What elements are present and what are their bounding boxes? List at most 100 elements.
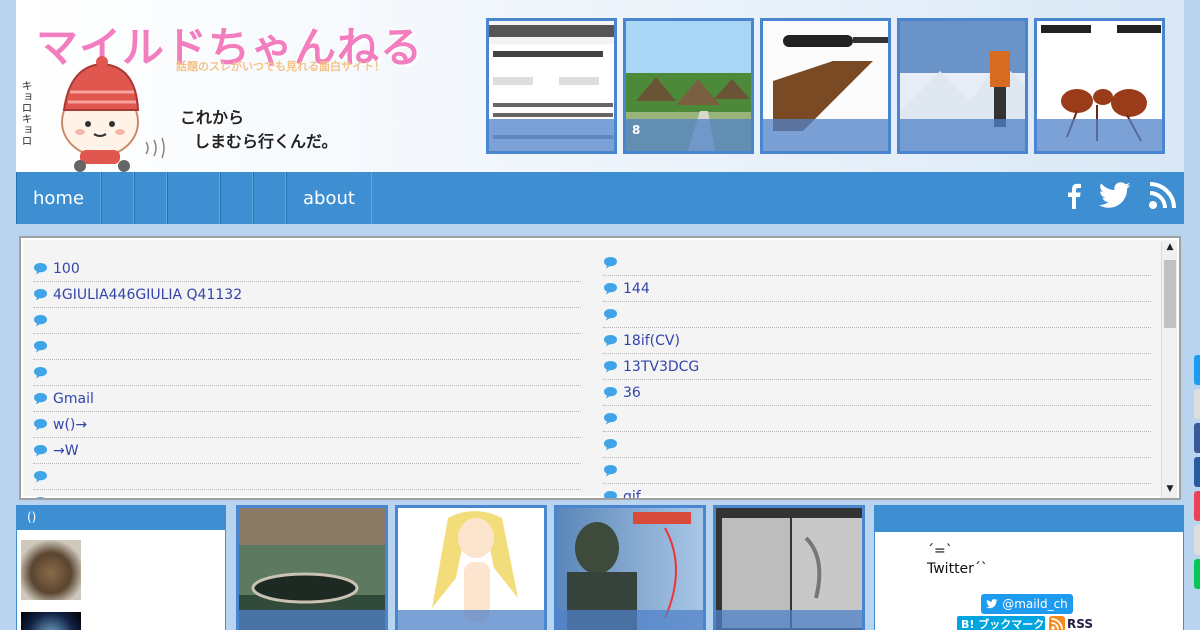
nav-item-blank-3[interactable] [167, 172, 221, 224]
speech-bubble-icon [36, 497, 45, 498]
twitter-icon[interactable] [1098, 182, 1132, 210]
speech-bubble-icon [34, 341, 47, 353]
antenna-feed-panel: 100 4GIULIA446GIULIA Q41132 Gmail w()→ →W 14… [19, 236, 1181, 500]
speech-bubble-icon [604, 387, 617, 399]
nav-item-blank-5[interactable] [253, 172, 287, 224]
share-twitter-icon[interactable] [1194, 355, 1200, 385]
thumb-news[interactable] [486, 18, 617, 154]
nav-social-links [1066, 182, 1176, 210]
article-thumb-book[interactable] [713, 505, 865, 630]
main-nav: home about [16, 172, 1184, 224]
feed-item[interactable]: →W [33, 438, 581, 464]
rss-icon[interactable] [1148, 182, 1176, 210]
ranking-thumb-1[interactable] [21, 540, 81, 600]
feed-item[interactable] [603, 250, 1151, 276]
speech-bubble-icon [604, 283, 617, 295]
speech-bubble-icon [604, 309, 617, 321]
share-line-icon[interactable] [1194, 559, 1200, 589]
article-thumb-dam[interactable] [236, 505, 388, 630]
article-thumb-book-band [716, 610, 862, 630]
feed-item[interactable]: 36 [603, 380, 1151, 406]
speech-bubble-icon [604, 361, 617, 373]
share-pocket-icon[interactable] [1194, 491, 1200, 521]
share-hatena-icon[interactable] [1194, 457, 1200, 487]
feed-item[interactable] [33, 490, 581, 498]
feed-item-title[interactable]: 18if(CV) [623, 333, 680, 349]
share-feedly-icon[interactable] [1194, 525, 1200, 555]
share-blank-icon[interactable] [1194, 389, 1200, 419]
nav-item-blank-2[interactable] [134, 172, 168, 224]
nav-item-blank-1[interactable] [101, 172, 135, 224]
feed-item[interactable]: w()→ [33, 412, 581, 438]
feed-item-title[interactable]: 4GIULIA446GIULIA Q41132 [53, 287, 242, 303]
feed-item[interactable] [603, 302, 1151, 328]
feed-item[interactable] [603, 406, 1151, 432]
feed-item[interactable] [33, 308, 581, 334]
feed-item-title[interactable]: 13TV3DCG [623, 359, 699, 375]
thumb-rifle-caption [763, 119, 888, 151]
mascot-speech-line1: これから [180, 108, 245, 127]
article-thumb-anime[interactable] [395, 505, 547, 630]
nav-about[interactable]: about [286, 172, 372, 224]
feed-item[interactable] [603, 432, 1151, 458]
feed-item[interactable]: Gmail [33, 386, 581, 412]
feed-item[interactable]: 18if(CV) [603, 328, 1151, 354]
scroll-down-arrow-icon[interactable]: ▼ [1162, 484, 1178, 498]
feed-scrollbar[interactable]: ▲ ▼ [1161, 242, 1177, 498]
mascot-sfx: キョロキョロ [20, 80, 33, 146]
thumb-rifle[interactable] [760, 18, 891, 154]
profile-widget: ´=` Twitter´` @maild_ch B! ブックマーク RSS [874, 505, 1184, 630]
article-thumb-anime-band [398, 610, 544, 630]
rss-feed-icon [1049, 616, 1065, 630]
rss-subscribe-button[interactable]: RSS [1049, 616, 1093, 630]
speech-bubble-icon [604, 465, 617, 477]
feed-item[interactable] [33, 360, 581, 386]
thumb-news-caption [489, 119, 614, 151]
feed-item-title[interactable]: 36 [623, 385, 641, 401]
ranking-widget-title: () [17, 506, 225, 530]
site-tagline: 話題のスレがいつでも見れる面白サイト！ [176, 60, 385, 73]
twitter-bird-icon [986, 599, 998, 609]
feed-item-title[interactable]: 100 [53, 261, 80, 277]
thumb-ant[interactable] [1034, 18, 1165, 154]
hatena-bookmark-button[interactable]: B! ブックマーク [957, 616, 1045, 630]
mascot-illustration [61, 56, 165, 172]
profile-widget-header [875, 506, 1183, 532]
mascot-speech-line2: しまむら行くんだ。 [194, 132, 338, 151]
article-thumb-statue[interactable] [554, 505, 706, 630]
thumb-village[interactable]: 8 [623, 18, 754, 154]
article-thumb-dam-band [239, 610, 385, 630]
nav-item-blank-4[interactable] [220, 172, 254, 224]
twitter-follow-button[interactable]: @maild_ch [981, 594, 1073, 614]
floating-share-bar [1194, 355, 1200, 593]
feed-item[interactable] [603, 458, 1151, 484]
feed-item[interactable] [33, 334, 581, 360]
thumb-mountain[interactable] [897, 18, 1028, 154]
profile-text: ´=` Twitter´` [927, 542, 988, 578]
scroll-up-arrow-icon[interactable]: ▲ [1162, 242, 1178, 256]
speech-bubble-icon [604, 257, 617, 269]
speech-bubble-icon [34, 263, 47, 275]
speech-bubble-icon [34, 315, 47, 327]
twitter-handle: @maild_ch [1002, 597, 1068, 611]
share-facebook-icon[interactable] [1194, 423, 1200, 453]
profile-text-line2: Twitter´` [927, 561, 988, 577]
feed-item-title[interactable]: 144 [623, 281, 650, 297]
feed-item-title[interactable]: gif [623, 489, 641, 499]
facebook-icon[interactable] [1066, 183, 1082, 209]
speech-bubble-icon [34, 289, 47, 301]
ranking-thumb-2[interactable] [21, 612, 81, 630]
feed-item[interactable]: gif [603, 484, 1151, 499]
scroll-thumb[interactable] [1164, 260, 1176, 328]
speech-bubble-icon [604, 335, 617, 347]
feed-item-title[interactable]: Gmail [53, 391, 94, 407]
feed-item[interactable]: 144 [603, 276, 1151, 302]
nav-home[interactable]: home [16, 172, 102, 224]
feed-item-title[interactable]: →W [53, 443, 79, 459]
speech-bubble-icon [34, 445, 47, 457]
feed-item[interactable] [33, 464, 581, 490]
feed-item-title[interactable]: w()→ [53, 417, 87, 433]
feed-item[interactable]: 4GIULIA446GIULIA Q41132 [33, 282, 581, 308]
feed-item[interactable]: 13TV3DCG [603, 354, 1151, 380]
feed-item[interactable]: 100 [33, 256, 581, 282]
